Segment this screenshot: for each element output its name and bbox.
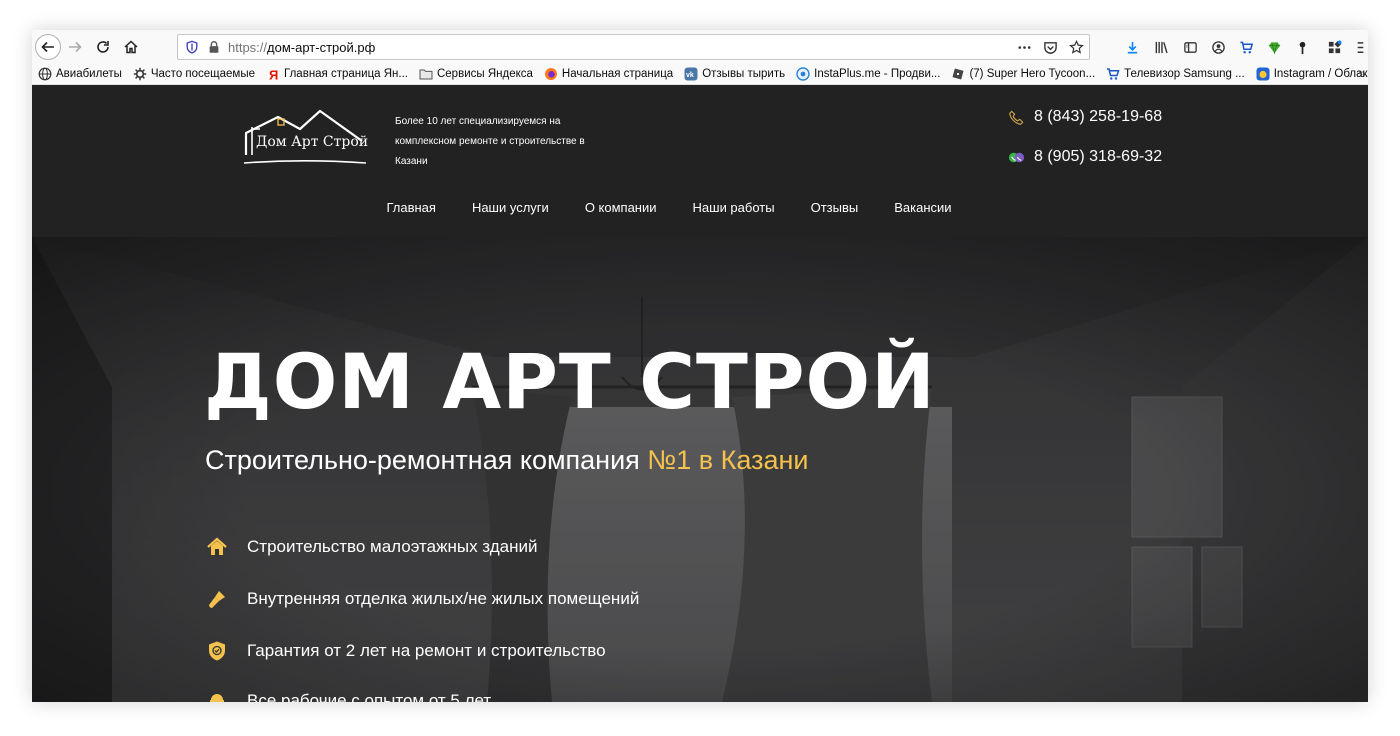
main-menu: Главная Наши услуги О компании Наши рабо… — [32, 200, 1368, 215]
bookmark-label: Сервисы Яндекса — [436, 67, 533, 80]
bookmark-label: (7) Super Hero Tycoon... — [969, 67, 1096, 80]
site-header: Дом Арт Строй Более 10 лет специализируе… — [32, 85, 1368, 237]
bookmarks-toolbar: Авиабилеты Часто посещаемые Я Главная ст… — [32, 63, 1368, 85]
url-scheme: https:// — [228, 39, 268, 55]
vk-icon: vk — [684, 67, 698, 81]
account-icon[interactable] — [1204, 34, 1232, 60]
tracking-protection-icon[interactable] — [184, 39, 200, 55]
feature-item: Строительство малоэтажных зданий — [205, 535, 537, 559]
feature-text: Внутренняя отделка жилых/не жилых помеще… — [247, 589, 640, 608]
feature-item: Все рабочие с опытом от 5 лет — [205, 689, 491, 702]
bookmark-label: InstaPlus.me - Продви... — [814, 67, 941, 80]
cloud-icon — [1256, 67, 1270, 81]
more-icon[interactable] — [1015, 38, 1033, 56]
bookmark-label: Часто посещаемые — [150, 67, 256, 80]
logo-text: Дом Арт Строй — [256, 134, 369, 150]
bookmark-label: Авиабилеты — [56, 67, 122, 80]
lock-icon[interactable] — [206, 39, 222, 55]
overflow-icon[interactable] — [1352, 34, 1368, 60]
toolbar-right — [1118, 34, 1368, 60]
feature-text: Гарантия от 2 лет на ремонт и строительс… — [247, 641, 606, 660]
globe-icon — [38, 67, 52, 81]
svg-text:vk: vk — [686, 72, 694, 79]
feature-item: Гарантия от 2 лет на ремонт и строительс… — [205, 639, 606, 663]
cart-icon — [1106, 67, 1120, 81]
gear-icon — [133, 67, 147, 81]
bookmark-item[interactable]: Я Главная страница Ян... — [266, 67, 408, 81]
feature-item: Внутренняя отделка жилых/не жилых помеще… — [205, 587, 639, 611]
home-icon — [124, 40, 138, 54]
bookmark-label: Instagram / Облако М... — [1273, 67, 1368, 80]
bookmark-item[interactable]: Instagram / Облако М... — [1256, 67, 1368, 81]
forward-button[interactable] — [62, 34, 88, 60]
bookmark-star-icon[interactable] — [1067, 38, 1085, 56]
roblox-icon — [951, 67, 965, 81]
bookmark-label: Телевизор Samsung ... — [1124, 67, 1245, 80]
svg-text:Я: Я — [269, 67, 278, 81]
firefox-icon — [544, 67, 558, 81]
shield-check-icon — [205, 639, 229, 663]
bookmark-label: Начальная страница — [561, 67, 674, 80]
bookmark-item[interactable]: Часто посещаемые — [133, 67, 255, 81]
url-text[interactable]: https://дом-арт-строй.рф — [228, 40, 375, 55]
hero-subtitle-main: Строительно-ремонтная компания — [205, 445, 648, 475]
company-tagline: Более 10 лет специализируемся на комплек… — [395, 116, 585, 167]
pin-extension-icon[interactable] — [1288, 34, 1316, 60]
cart-extension-icon[interactable] — [1232, 34, 1260, 60]
phone-icon — [1007, 108, 1025, 126]
phone-number-text: 8 (905) 318-69-32 — [1034, 148, 1163, 165]
yandex-icon: Я — [266, 67, 280, 81]
hero-section: ДОМ АРТ СТРОЙ Строительно-ремонтная комп… — [32, 237, 1368, 702]
bookmark-item[interactable]: Телевизор Samsung ... — [1106, 67, 1245, 81]
folder-icon — [419, 67, 433, 81]
library-icon[interactable] — [1146, 34, 1176, 60]
menu-item-works[interactable]: Наши работы — [693, 200, 775, 215]
brush-icon — [205, 587, 229, 611]
house-icon — [205, 535, 229, 559]
reload-icon — [97, 41, 109, 53]
menu-item-vacancies[interactable]: Вакансии — [894, 200, 951, 215]
reload-button[interactable] — [90, 34, 116, 60]
hero-title: ДОМ АРТ СТРОЙ — [204, 337, 936, 426]
bookmark-label: Отзывы тырить — [702, 67, 786, 80]
menu-item-reviews[interactable]: Отзывы — [811, 200, 859, 215]
menu-item-home[interactable]: Главная — [386, 200, 435, 215]
phone-number-text: 8 (843) 258-19-68 — [1034, 108, 1163, 125]
address-bar[interactable]: https://дом-арт-строй.рф — [177, 34, 1090, 60]
menu-item-about[interactable]: О компании — [585, 200, 657, 215]
feature-text: Все рабочие с опытом от 5 лет — [247, 691, 492, 702]
bookmarks-overflow-button[interactable]: » — [1358, 65, 1366, 81]
browser-window: https://дом-арт-строй.рф Авиабилеты Част… — [32, 30, 1368, 702]
whatsapp-viber-icon — [1007, 148, 1025, 166]
instaplus-icon — [796, 66, 810, 81]
bookmark-item[interactable]: Авиабилеты — [38, 67, 122, 81]
bookmark-item[interactable]: Сервисы Яндекса — [419, 67, 533, 81]
arrow-left-icon — [41, 41, 54, 53]
feature-text: Строительство малоэтажных зданий — [247, 537, 538, 556]
back-button[interactable] — [35, 34, 61, 60]
extensions-icon[interactable] — [1316, 34, 1352, 60]
download-icon[interactable] — [1118, 34, 1146, 60]
hero-subtitle: Строительно-ремонтная компания №1 в Каза… — [205, 445, 808, 476]
bookmark-item[interactable]: InstaPlus.me - Продви... — [796, 66, 941, 81]
home-button[interactable] — [118, 34, 144, 60]
phone-number-2[interactable]: 8 (905) 318-69-32 — [1007, 148, 1162, 166]
url-host: дом-арт-строй.рф — [267, 39, 376, 55]
url-actions — [1015, 38, 1085, 56]
sidebar-icon[interactable] — [1176, 34, 1204, 60]
navigation-toolbar: https://дом-арт-строй.рф — [32, 30, 1368, 63]
bookmark-item[interactable]: (7) Super Hero Tycoon... — [951, 67, 1095, 81]
worker-icon — [205, 689, 229, 702]
bookmark-item[interactable]: vk Отзывы тырить — [684, 67, 785, 81]
hero-subtitle-accent: №1 в Казани — [647, 445, 809, 475]
pocket-icon[interactable] — [1041, 38, 1059, 56]
bookmark-label: Главная страница Ян... — [284, 67, 408, 80]
bookmark-item[interactable]: Начальная страница — [544, 67, 673, 81]
site-logo[interactable]: Дом Арт Строй — [242, 107, 368, 167]
web-page: Дом Арт Строй Более 10 лет специализируе… — [32, 85, 1368, 702]
phone-number-1[interactable]: 8 (843) 258-19-68 — [1007, 108, 1162, 126]
arrow-right-icon — [69, 41, 82, 53]
gem-extension-icon[interactable] — [1260, 34, 1288, 60]
menu-item-services[interactable]: Наши услуги — [472, 200, 549, 215]
